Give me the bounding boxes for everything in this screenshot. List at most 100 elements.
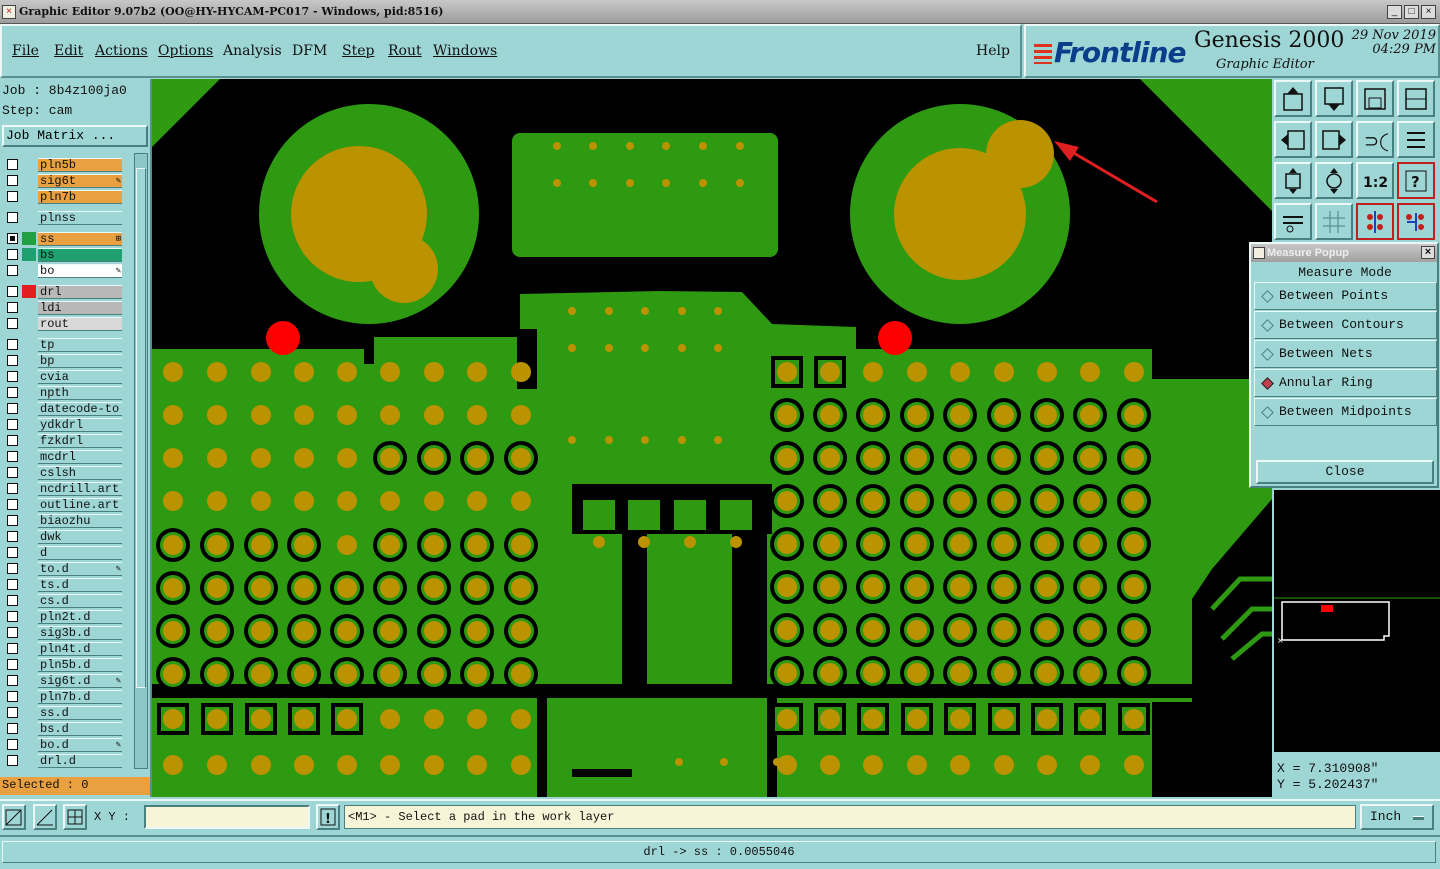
layer-checkbox[interactable] (7, 265, 18, 276)
layer-row-sig3b-d[interactable]: sig3b.d (3, 625, 122, 640)
layer-color-swatch[interactable] (22, 402, 36, 415)
layer-row-tp[interactable]: tp (3, 337, 122, 352)
layer-row-datecode-to[interactable]: datecode-to (3, 401, 122, 416)
layer-color-swatch[interactable] (22, 301, 36, 314)
measure-popup-titlebar[interactable]: Measure Popup × (1251, 244, 1437, 262)
xy-window-icon[interactable] (1397, 80, 1435, 117)
layer-name[interactable]: ss ⊞ (38, 232, 122, 246)
layer-name[interactable]: cslsh (38, 466, 122, 480)
menu-help[interactable]: Help (976, 43, 1010, 59)
layer-row-ncdrill-art[interactable]: ncdrill.art (3, 481, 122, 496)
layer-row-pln4t-d[interactable]: pln4t.d (3, 641, 122, 656)
layer-color-swatch[interactable] (22, 514, 36, 527)
layer-name[interactable]: rout (38, 317, 122, 331)
maximize-button[interactable]: □ (1404, 5, 1419, 19)
layer-color-swatch[interactable] (22, 562, 36, 575)
layer-row-pln2t-d[interactable]: pln2t.d (3, 609, 122, 624)
layer-checkbox[interactable] (7, 302, 18, 313)
scrollbar-thumb[interactable] (136, 168, 146, 688)
layer-row-bo[interactable]: bo ✎ (3, 263, 122, 278)
layer-name[interactable]: cs.d (38, 594, 122, 608)
layer-color-swatch[interactable] (22, 706, 36, 719)
option-between-contours[interactable]: Between Contours (1254, 311, 1437, 339)
layer-row-dwk[interactable]: dwk (3, 529, 122, 544)
layer-checkbox[interactable] (7, 659, 18, 670)
layer-color-swatch[interactable] (22, 674, 36, 687)
option-between-nets[interactable]: Between Nets (1254, 340, 1437, 368)
layer-color-swatch[interactable] (22, 158, 36, 171)
help-query-icon[interactable]: ? (1397, 162, 1435, 199)
layer-name[interactable]: bs.d (38, 722, 122, 736)
layer-name[interactable]: to.d ✎ (38, 562, 122, 576)
layer-checkbox[interactable] (7, 691, 18, 702)
layer-name[interactable]: dwk (38, 530, 122, 544)
layer-checkbox[interactable] (7, 371, 18, 382)
layer-name[interactable]: sig6t.d ✎ (38, 674, 122, 688)
layer-checkbox[interactable] (7, 499, 18, 510)
layer-name[interactable]: pln7b (38, 190, 122, 204)
layer-color-swatch[interactable] (22, 386, 36, 399)
zoom-down-icon[interactable] (1315, 80, 1353, 117)
layer-row-bs[interactable]: bs (3, 247, 122, 262)
layer-color-swatch[interactable] (22, 418, 36, 431)
layer-color-swatch[interactable] (22, 248, 36, 261)
layer-checkbox[interactable] (7, 707, 18, 718)
zoom-home-icon[interactable] (1274, 80, 1312, 117)
layout-icon[interactable] (1356, 80, 1394, 117)
layer-row-plnss[interactable]: plnss (3, 210, 122, 225)
layer-color-swatch[interactable] (22, 434, 36, 447)
layer-color-swatch[interactable] (22, 738, 36, 751)
layer-name[interactable]: ts.d (38, 578, 122, 592)
layer-name[interactable]: ss.d (38, 706, 122, 720)
option-annular-ring[interactable]: Annular Ring (1254, 369, 1437, 397)
layer-name[interactable]: bs (38, 248, 122, 262)
layer-row-d[interactable]: d (3, 545, 122, 560)
layer-row-bs-d[interactable]: bs.d (3, 721, 122, 736)
units-selector[interactable]: Inch (1360, 804, 1434, 830)
layer-name[interactable]: fzkdrl (38, 434, 122, 448)
layer-row-cs-d[interactable]: cs.d (3, 593, 122, 608)
layer-name[interactable]: ydkdrl (38, 418, 122, 432)
layer-row-ldi[interactable]: ldi (3, 300, 122, 315)
measure-tool-icon[interactable] (1274, 203, 1312, 240)
layer-color-swatch[interactable] (22, 338, 36, 351)
layer-checkbox[interactable] (7, 451, 18, 462)
layer-row-fzkdrl[interactable]: fzkdrl (3, 433, 122, 448)
net-connect-icon[interactable] (1397, 203, 1435, 240)
menu-analysis[interactable]: Analysis (223, 43, 282, 59)
layer-name[interactable]: ldi (38, 301, 122, 315)
layer-checkbox[interactable] (7, 627, 18, 638)
layer-row-pln7b[interactable]: pln7b (3, 189, 122, 204)
layer-color-swatch[interactable] (22, 232, 36, 245)
layer-color-swatch[interactable] (22, 658, 36, 671)
layer-row-ss-d[interactable]: ss.d (3, 705, 122, 720)
layer-checkbox[interactable] (7, 339, 18, 350)
layer-color-swatch[interactable] (22, 690, 36, 703)
layer-name[interactable]: bo ✎ (38, 264, 122, 278)
layer-checkbox[interactable] (7, 212, 18, 223)
grid-icon[interactable] (1315, 203, 1353, 240)
pcb-canvas[interactable] (152, 79, 1272, 797)
menu-rout[interactable]: Rout (388, 43, 422, 59)
warning-icon[interactable]: ! (316, 804, 340, 830)
layer-name[interactable]: sig3b.d (38, 626, 122, 640)
layer-checkbox[interactable] (7, 739, 18, 750)
layer-row-pln5b[interactable]: pln5b (3, 157, 122, 172)
overview-map[interactable]: × (1274, 490, 1440, 752)
layer-row-cslsh[interactable]: cslsh (3, 465, 122, 480)
layer-color-swatch[interactable] (22, 174, 36, 187)
layer-scrollbar[interactable] (134, 153, 148, 769)
layer-color-swatch[interactable] (22, 211, 36, 224)
layer-color-swatch[interactable] (22, 498, 36, 511)
menu-actions[interactable]: Actions (95, 43, 148, 59)
layer-color-swatch[interactable] (22, 354, 36, 367)
layer-checkbox[interactable] (7, 159, 18, 170)
layer-checkbox[interactable] (7, 611, 18, 622)
layer-checkbox[interactable] (7, 643, 18, 654)
layer-name[interactable]: ncdrill.art (38, 482, 122, 496)
layer-checkbox[interactable] (7, 723, 18, 734)
layer-row-sig6t-d[interactable]: sig6t.d ✎ (3, 673, 122, 688)
job-matrix-button[interactable]: Job Matrix ... (2, 125, 148, 147)
layer-color-swatch[interactable] (22, 626, 36, 639)
layer-name[interactable]: datecode-to (38, 402, 122, 416)
